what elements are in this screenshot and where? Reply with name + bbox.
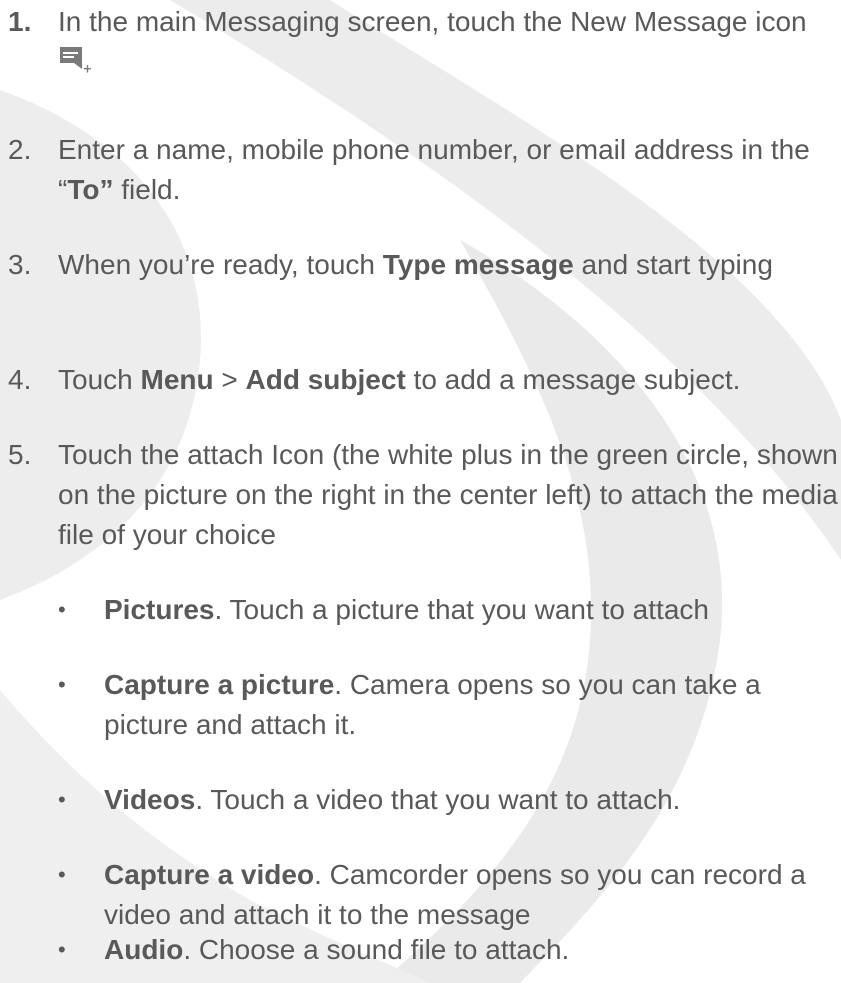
option-text: Pictures. Touch a picture that you want … bbox=[104, 594, 709, 625]
step-text: Touch the attach Icon (the white plus in… bbox=[58, 439, 838, 550]
option-pictures: • Pictures. Touch a picture that you wan… bbox=[58, 590, 841, 630]
step-text: When you’re ready, touch Type message an… bbox=[58, 249, 773, 280]
bullet-dot: • bbox=[58, 937, 66, 962]
option-capture-video: • Capture a video. Camcorder opens so yo… bbox=[58, 855, 841, 935]
option-text: Videos. Touch a video that you want to a… bbox=[104, 784, 681, 815]
step-text: Enter a name, mobile phone number, or em… bbox=[58, 134, 810, 205]
step-4: 4. Touch Menu > Add subject to add a mes… bbox=[8, 360, 838, 400]
bullet-dot: • bbox=[58, 597, 66, 622]
bullet-dot: • bbox=[58, 787, 66, 812]
option-text: Capture a video. Camcorder opens so you … bbox=[104, 859, 806, 930]
new-message-icon bbox=[60, 47, 91, 73]
step-text: In the main Messaging screen, touch the … bbox=[58, 2, 838, 82]
step-number: 5. bbox=[8, 439, 32, 470]
option-text: Capture a picture. Camera opens so you c… bbox=[104, 669, 761, 740]
bullet-dot: • bbox=[58, 672, 66, 697]
option-capture-picture: • Capture a picture. Camera opens so you… bbox=[58, 665, 841, 745]
step-2: 2. Enter a name, mobile phone number, or… bbox=[8, 130, 838, 210]
step-3: 3. When you’re ready, touch Type message… bbox=[8, 245, 838, 285]
step-number: 4. bbox=[8, 364, 32, 395]
step-number: 3. bbox=[8, 249, 32, 280]
bullet-dot: • bbox=[58, 862, 66, 887]
option-videos: • Videos. Touch a video that you want to… bbox=[58, 780, 841, 820]
step-text: Touch Menu > Add subject to add a messag… bbox=[58, 364, 741, 395]
step-number: 1. bbox=[8, 6, 32, 37]
step-5: 5. Touch the attach Icon (the white plus… bbox=[8, 435, 838, 555]
step-number: 2. bbox=[8, 134, 32, 165]
option-text: Audio. Choose a sound file to attach. bbox=[104, 934, 570, 965]
step-1: 1. In the main Messaging screen, touch t… bbox=[8, 2, 838, 82]
option-audio: • Audio. Choose a sound file to attach. bbox=[58, 930, 841, 970]
